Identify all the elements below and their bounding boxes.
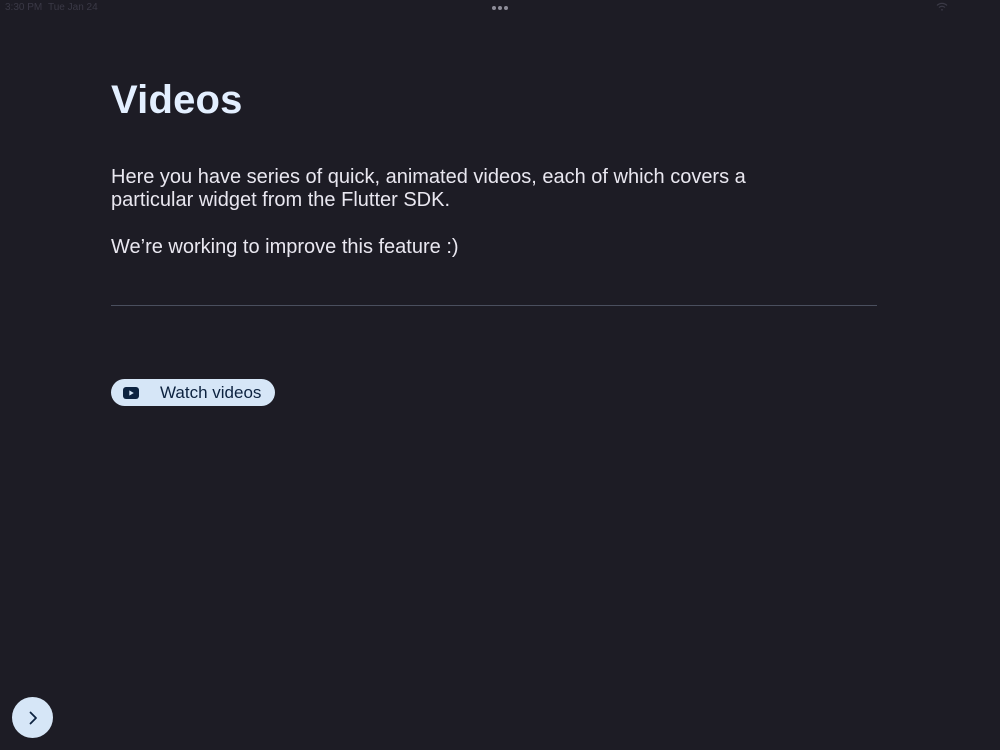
next-button[interactable] xyxy=(12,697,53,738)
status-time: 3:30 PM xyxy=(5,2,43,13)
multitasking-dots-icon[interactable] xyxy=(492,6,508,10)
main-content: Videos Here you have series of quick, an… xyxy=(111,76,877,259)
status-date: Tue Jan 24 xyxy=(48,2,98,13)
page-description: Here you have series of quick, animated … xyxy=(111,166,746,211)
status-bar: 3:30 PM Tue Jan 24 xyxy=(0,0,1000,16)
page-title: Videos xyxy=(111,78,243,122)
watch-videos-button[interactable]: Watch videos xyxy=(111,379,275,406)
watch-videos-label: Watch videos xyxy=(160,382,262,402)
wifi-icon xyxy=(936,2,948,11)
divider xyxy=(111,305,877,306)
chevron-right-icon xyxy=(29,711,37,724)
page-note: We’re working to improve this feature :) xyxy=(111,236,459,258)
screen: 3:30 PM Tue Jan 24 Videos Here you have … xyxy=(0,0,1000,750)
youtube-icon xyxy=(123,386,139,399)
